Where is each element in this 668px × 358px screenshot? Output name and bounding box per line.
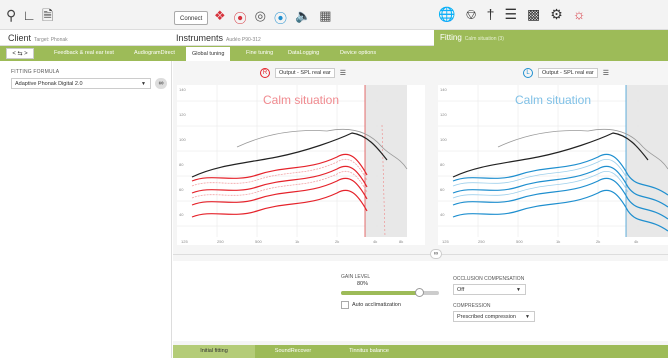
top-toolbar: ⚲ ∟ 🗎 Connect ❖ ⦿ ◎ ⦿ 🔈 ▦ 🌐 ⎊ † ☰ ▩ ⚙ ☼ <box>0 0 668 30</box>
occlusion-select[interactable]: Off ▼ <box>453 284 526 295</box>
tab-audiogramdirect[interactable]: AudiogramDirect <box>128 46 181 61</box>
svg-text:120: 120 <box>179 112 186 117</box>
svg-text:40: 40 <box>179 212 184 217</box>
auto-acclimatization-checkbox[interactable] <box>341 301 349 309</box>
right-output-select[interactable]: Output - SPL real ear <box>275 68 335 78</box>
compression-label: COMPRESSION <box>453 303 491 309</box>
svg-text:500: 500 <box>516 239 523 244</box>
svg-text:100: 100 <box>179 137 186 142</box>
client-section[interactable]: Client Target: Phonak <box>8 33 68 43</box>
gain-slider[interactable] <box>341 288 439 297</box>
link-icon[interactable]: ∞ <box>430 249 442 259</box>
left-graph-title: Calm situation <box>514 93 592 107</box>
svg-text:250: 250 <box>478 239 485 244</box>
chevron-down-icon: ▼ <box>516 287 521 293</box>
globe-icon[interactable]: 🌐 <box>438 6 455 23</box>
svg-text:8k: 8k <box>399 239 403 244</box>
nav-arrows-button[interactable]: < ⇆ > <box>6 48 34 59</box>
connect-button[interactable]: Connect <box>174 11 209 25</box>
svg-text:80: 80 <box>440 162 445 167</box>
tab-soundrecover[interactable]: SoundRecover <box>255 345 331 358</box>
person-icon[interactable]: ⚲ <box>6 6 16 24</box>
auto-acclimatization-label: Auto acclimatization <box>352 302 401 308</box>
svg-text:60: 60 <box>179 187 184 192</box>
tab-global-tuning[interactable]: Global tuning <box>186 46 231 61</box>
settings-panel: GAIN LEVEL 80% Auto acclimatization OCCL… <box>173 261 668 341</box>
svg-text:2k: 2k <box>596 239 600 244</box>
fitting-section[interactable]: Fitting Calm situation (3) <box>434 30 668 46</box>
speaker-icon[interactable]: 🔈 <box>295 8 311 27</box>
right-toolbar-icons: 🌐 ⎊ † ☰ ▩ ⚙ ☼ <box>438 6 586 23</box>
hearing-aid-icons: ❖ ⦿ ◎ ⦿ 🔈 ▦ <box>214 8 332 27</box>
remote-icon[interactable]: ◎ <box>255 8 266 27</box>
hearing-aid-right-icon[interactable]: ❖ <box>214 8 226 27</box>
left-ear-graph[interactable]: 140 120 100 80 60 40 125 250 500 1k 2k 4k Calm s… <box>438 85 668 245</box>
tab-tinnitus-balance[interactable]: Tinnitus balance <box>331 345 407 358</box>
tab-initial-fitting[interactable]: Initial fitting <box>173 345 255 358</box>
right-ear-badge: R <box>260 68 270 78</box>
gain-level-label: GAIN LEVEL <box>341 274 371 280</box>
svg-text:125: 125 <box>181 239 188 244</box>
equalizer-icon[interactable]: ☰ <box>504 6 517 23</box>
left-output-control: L Output - SPL real ear ☰ <box>523 68 609 78</box>
left-panel: FITTING FORMULA Adaptive Phonak Digital … <box>0 61 172 358</box>
right-ear-graph[interactable]: 140 120 100 80 60 40 125 250 500 1k 2k 4k 8k Calm… <box>177 85 425 245</box>
svg-text:4k: 4k <box>373 239 377 244</box>
wrench-icon[interactable]: ⚙ <box>550 6 563 23</box>
fitting-formula-label: FITTING FORMULA <box>11 69 60 75</box>
gain-slider-fill <box>341 291 420 295</box>
occlusion-label: OCCLUSION COMPENSATION <box>453 276 525 282</box>
right-graph-title: Calm situation <box>262 93 340 107</box>
svg-text:500: 500 <box>255 239 262 244</box>
document-icon[interactable]: 🗎 <box>42 6 53 24</box>
svg-text:125: 125 <box>442 239 449 244</box>
tab-datalogging[interactable]: DataLogging <box>282 46 325 61</box>
svg-text:100: 100 <box>440 137 447 142</box>
link-icon[interactable]: ∞ <box>155 78 167 89</box>
menu-icon[interactable]: ☰ <box>603 69 609 77</box>
svg-text:250: 250 <box>217 239 224 244</box>
svg-text:4k: 4k <box>634 239 638 244</box>
audiogram-icon[interactable]: ∟ <box>22 6 36 24</box>
svg-text:140: 140 <box>440 87 447 92</box>
chevron-down-icon: ▼ <box>141 81 146 87</box>
instruments-section[interactable]: Instruments Audéo P90-312 <box>176 33 261 43</box>
right-ear-chart: 140 120 100 80 60 40 125 250 500 1k 2k 4k 8k <box>177 85 408 244</box>
gain-slider-knob[interactable] <box>415 288 425 297</box>
divider <box>173 254 668 255</box>
svg-text:60: 60 <box>440 187 445 192</box>
left-output-select[interactable]: Output - SPL real ear <box>538 68 598 78</box>
pen-icon[interactable]: † <box>487 6 495 23</box>
svg-text:40: 40 <box>440 212 445 217</box>
chevron-down-icon: ▼ <box>525 314 530 320</box>
svg-text:140: 140 <box>179 87 186 92</box>
svg-text:80: 80 <box>179 162 184 167</box>
svg-text:2k: 2k <box>335 239 339 244</box>
bottom-tab-bar: Initial fitting SoundRecover Tinnitus ba… <box>173 345 668 358</box>
svg-text:1k: 1k <box>295 239 299 244</box>
right-output-control: R Output - SPL real ear ☰ <box>260 68 346 78</box>
tab-feedback[interactable]: Feedback & real ear test <box>48 46 120 61</box>
hearing-aid-curve-icon[interactable]: ⦿ <box>234 8 247 27</box>
left-ear-chart: 140 120 100 80 60 40 125 250 500 1k 2k 4k <box>438 85 668 244</box>
glasses-icon[interactable]: ⎊ <box>465 6 476 23</box>
menu-icon[interactable]: ☰ <box>340 69 346 77</box>
ear-icon[interactable]: ☼ <box>573 6 586 23</box>
hearing-aid-left-icon[interactable]: ⦿ <box>274 8 287 27</box>
tab-bar: Feedback & real ear test AudiogramDirect… <box>0 46 668 61</box>
left-ear-badge: L <box>523 68 533 78</box>
left-toolbar-icons: ⚲ ∟ 🗎 <box>6 6 53 24</box>
fitting-formula-select[interactable]: Adaptive Phonak Digital 2.0 ▼ <box>11 78 151 89</box>
main-area: R Output - SPL real ear ☰ L Output - SPL… <box>173 61 668 358</box>
battery-icon[interactable]: ▦ <box>319 8 331 27</box>
bars-icon[interactable]: ▩ <box>527 6 540 23</box>
compression-select[interactable]: Prescribed compression ▼ <box>453 311 535 322</box>
tab-device-options[interactable]: Device options <box>334 46 382 61</box>
svg-text:1k: 1k <box>556 239 560 244</box>
gain-level-value: 80% <box>357 281 369 287</box>
svg-text:120: 120 <box>440 112 447 117</box>
tab-fine-tuning[interactable]: Fine tuning <box>240 46 279 61</box>
